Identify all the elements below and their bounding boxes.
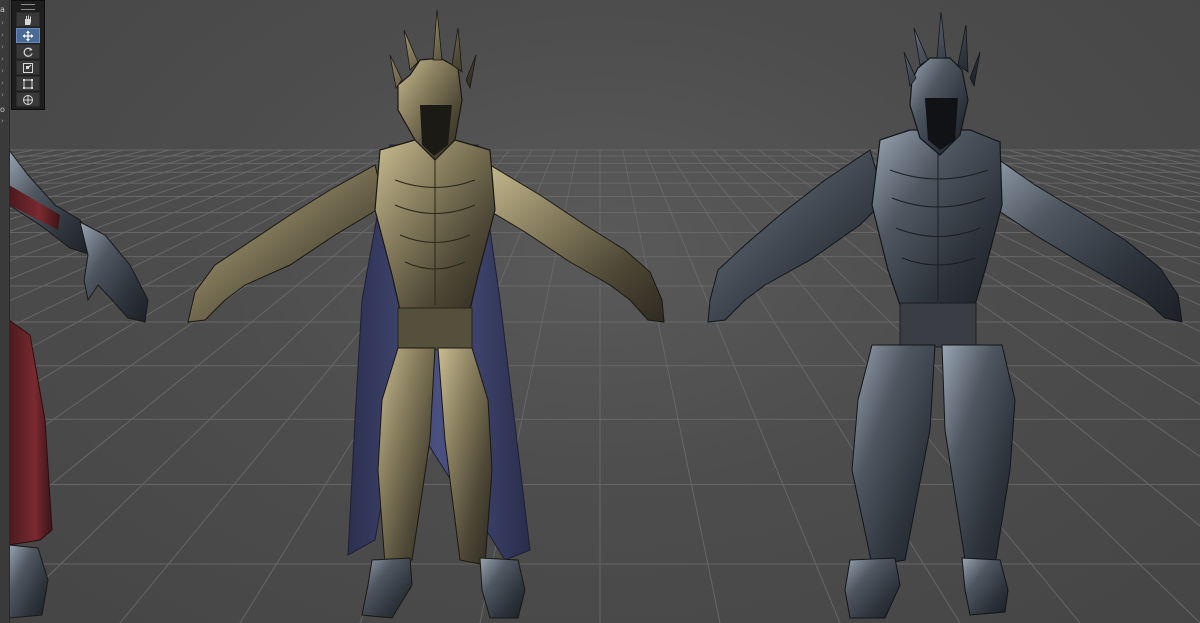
transform-toolbar [11, 0, 45, 110]
grid-line [1120, 149, 1200, 168]
grid-line [1098, 149, 1200, 174]
expand-arrow-icon[interactable]: › [1, 118, 8, 125]
scene-canvas[interactable] [0, 0, 1200, 623]
partial-model-left[interactable] [8, 148, 149, 619]
scale-icon [23, 62, 33, 73]
expand-arrow-icon[interactable]: › [1, 56, 8, 63]
expand-arrow-icon[interactable]: › [1, 32, 8, 39]
grid-line [622, 149, 721, 623]
scale-tool-button[interactable] [16, 60, 40, 75]
rect-tool-button[interactable] [16, 76, 40, 91]
panel-label-o: o [0, 106, 5, 114]
hand-icon [25, 15, 31, 25]
rect-transform-icon [23, 78, 33, 89]
move-icon [22, 30, 34, 41]
rotate-icon [23, 47, 33, 57]
hand-tool-button[interactable] [16, 12, 40, 27]
armored-knight-gold[interactable] [187, 9, 665, 619]
grid-line [1143, 149, 1200, 162]
move-tool-button[interactable] [16, 28, 40, 43]
scene-viewport[interactable]: a › › › › › › › o › [0, 0, 1200, 623]
armored-knight-steel[interactable] [707, 11, 1183, 619]
expand-arrow-icon[interactable]: › [1, 68, 8, 75]
expand-arrow-icon[interactable]: › [1, 92, 8, 99]
panel-label-a: a [0, 6, 5, 14]
expand-arrow-icon[interactable]: › [1, 80, 8, 87]
expand-arrow-icon[interactable]: › [1, 44, 8, 51]
transform-all-icon [23, 94, 33, 105]
transform-tool-button[interactable] [16, 92, 40, 107]
toolbar-grip-handle[interactable] [21, 4, 35, 10]
rotate-tool-button[interactable] [16, 44, 40, 59]
hierarchy-panel-edge[interactable]: a › › › › › › › o › [0, 0, 10, 623]
expand-arrow-icon[interactable]: › [1, 20, 8, 27]
